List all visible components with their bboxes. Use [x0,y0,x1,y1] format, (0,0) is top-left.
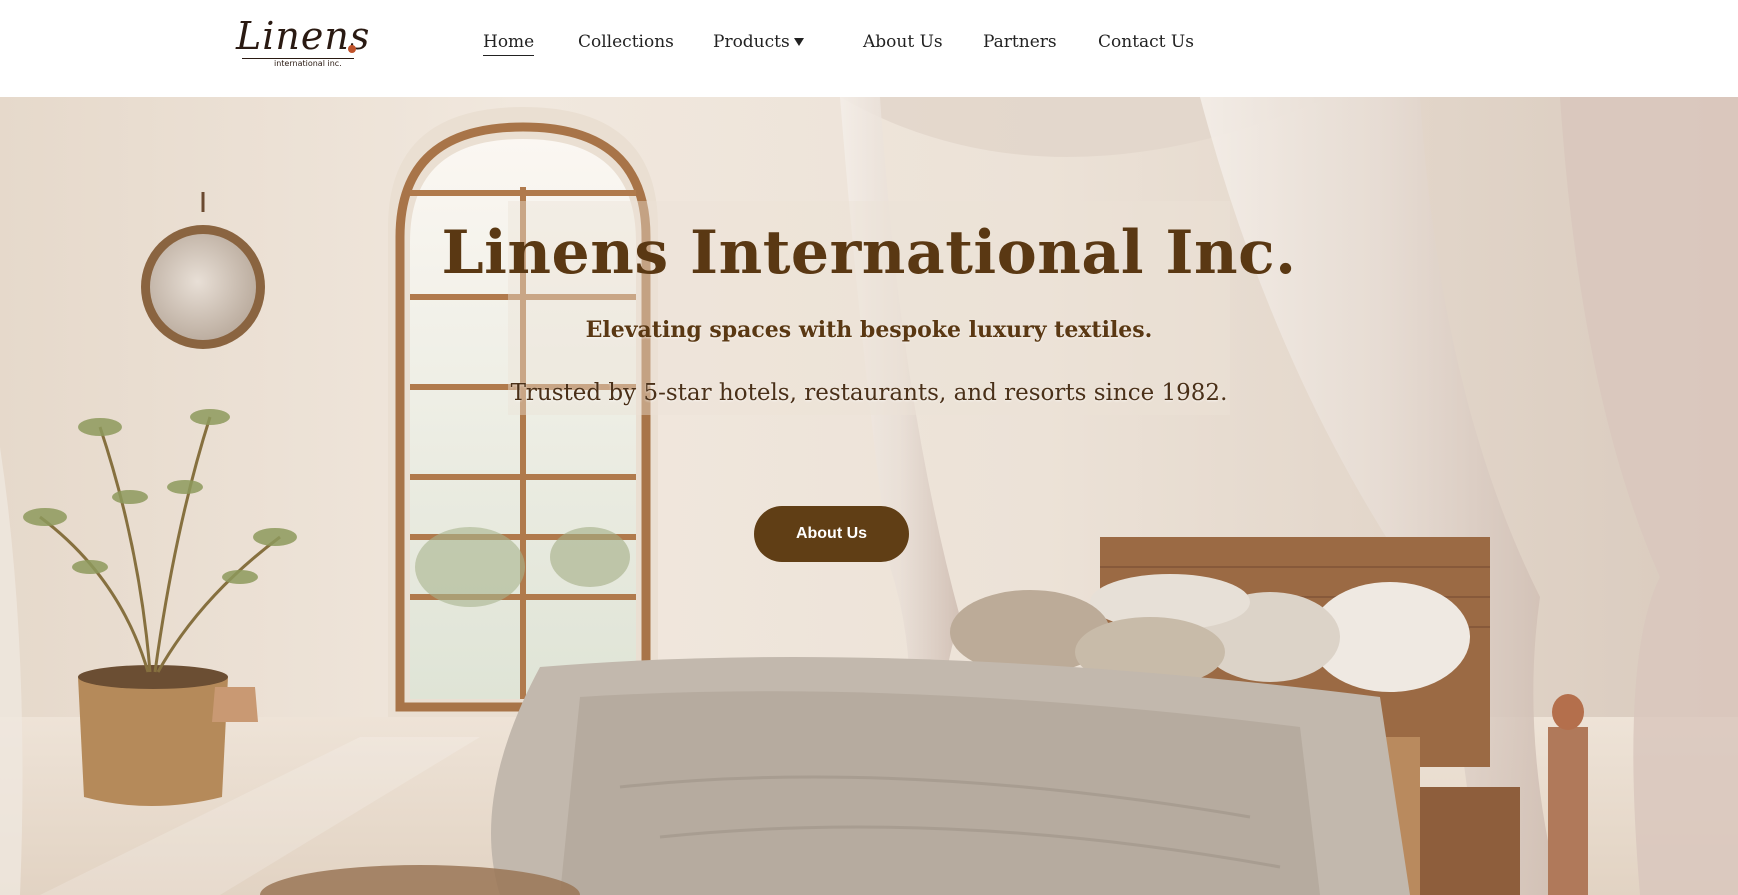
hero-tagline: Elevating spaces with bespoke luxury tex… [585,317,1153,343]
nav-item-about-us[interactable]: About Us [863,30,943,54]
logo-dot-icon [348,45,356,53]
hero-section: Linens International Inc. Elevating spac… [0,97,1738,895]
hero-title: Linens International Inc. [441,218,1297,288]
chevron-down-icon[interactable] [794,38,804,46]
site-header: Linens international inc. Home Collectio… [0,0,1738,97]
nav-item-partners[interactable]: Partners [983,30,1057,54]
logo[interactable]: Linens international inc. [236,14,369,70]
about-us-button[interactable]: About Us [754,506,909,562]
nav-item-collections[interactable]: Collections [578,30,674,54]
hero-trust-statement: Trusted by 5-star hotels, restaurants, a… [510,380,1228,406]
nav-item-products[interactable]: Products [713,30,790,54]
nav-item-contact-us[interactable]: Contact Us [1098,30,1194,54]
nav-item-home[interactable]: Home [483,30,535,56]
logo-subtitle: international inc. [274,59,342,68]
